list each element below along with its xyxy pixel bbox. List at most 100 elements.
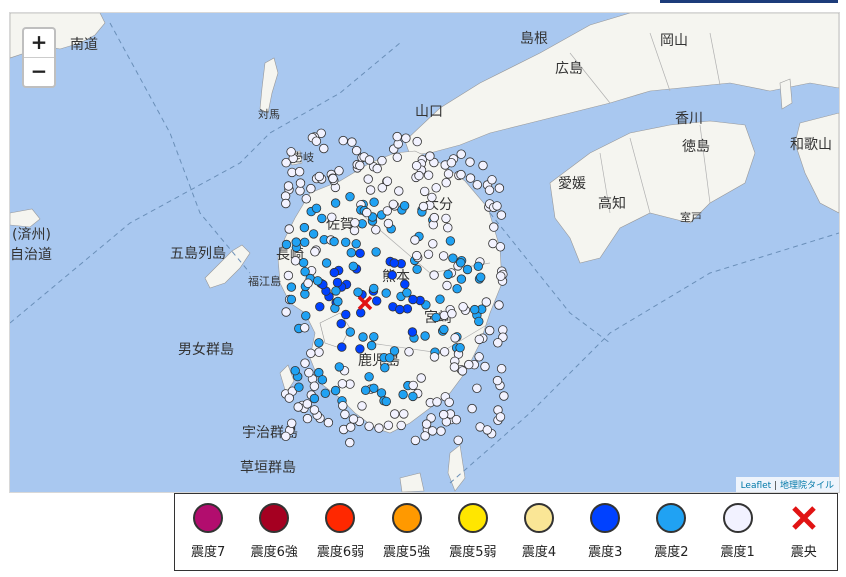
station-marker[interactable] — [286, 294, 297, 305]
station-marker[interactable] — [338, 135, 348, 146]
station-marker[interactable] — [315, 302, 325, 312]
station-marker[interactable] — [420, 331, 430, 341]
station-marker[interactable] — [331, 286, 341, 296]
station-marker[interactable] — [381, 288, 391, 298]
station-marker[interactable] — [329, 267, 340, 278]
station-marker[interactable] — [443, 169, 454, 179]
station-marker[interactable] — [364, 155, 375, 165]
station-marker[interactable] — [355, 160, 365, 171]
station-marker[interactable] — [338, 401, 348, 411]
station-marker[interactable] — [495, 412, 506, 422]
station-marker[interactable] — [287, 418, 297, 429]
station-marker[interactable] — [358, 332, 368, 342]
station-marker[interactable] — [439, 409, 449, 420]
station-marker[interactable] — [294, 382, 304, 392]
station-marker[interactable] — [442, 280, 452, 291]
station-marker[interactable] — [467, 403, 477, 414]
station-marker[interactable] — [349, 225, 360, 236]
station-marker[interactable] — [429, 270, 439, 280]
station-marker[interactable] — [429, 212, 440, 223]
station-marker[interactable] — [290, 256, 301, 266]
station-marker[interactable] — [456, 149, 466, 159]
station-marker[interactable] — [487, 175, 497, 185]
station-marker[interactable] — [465, 157, 475, 167]
station-marker[interactable] — [410, 235, 420, 245]
station-marker[interactable] — [392, 131, 402, 142]
station-marker[interactable] — [345, 191, 355, 202]
station-marker[interactable] — [472, 180, 483, 190]
station-marker[interactable] — [496, 210, 507, 220]
station-marker[interactable] — [484, 185, 495, 195]
station-marker[interactable] — [441, 177, 451, 188]
station-marker[interactable] — [369, 283, 379, 294]
station-marker[interactable] — [382, 206, 393, 216]
station-marker[interactable] — [380, 363, 390, 373]
station-marker[interactable] — [385, 353, 395, 363]
station-marker[interactable] — [499, 391, 509, 401]
station-marker[interactable] — [387, 270, 397, 280]
station-marker[interactable] — [444, 397, 454, 408]
station-marker[interactable] — [404, 347, 414, 357]
station-marker[interactable] — [298, 257, 309, 268]
station-marker[interactable] — [439, 347, 450, 357]
station-marker[interactable] — [314, 171, 325, 182]
station-marker[interactable] — [443, 269, 453, 280]
station-marker[interactable] — [381, 396, 392, 407]
station-marker[interactable] — [328, 173, 338, 184]
station-marker[interactable] — [436, 426, 446, 436]
station-marker[interactable] — [355, 248, 365, 259]
station-marker[interactable] — [457, 366, 468, 376]
station-marker[interactable] — [313, 276, 323, 286]
station-marker[interactable] — [451, 415, 462, 425]
station-marker[interactable] — [431, 312, 441, 323]
station-marker[interactable] — [294, 166, 305, 177]
station-marker[interactable] — [303, 278, 313, 288]
station-marker[interactable] — [494, 183, 505, 193]
station-marker[interactable] — [300, 323, 310, 333]
leaflet-link[interactable]: Leaflet — [741, 481, 772, 491]
station-marker[interactable] — [443, 222, 453, 233]
station-marker[interactable] — [314, 338, 324, 348]
station-marker[interactable] — [284, 393, 295, 403]
station-marker[interactable] — [439, 324, 449, 335]
station-marker[interactable] — [340, 409, 350, 420]
station-marker[interactable] — [395, 304, 405, 315]
station-marker[interactable] — [408, 294, 418, 305]
station-marker[interactable] — [453, 435, 463, 446]
station-marker[interactable] — [470, 304, 480, 315]
station-marker[interactable] — [480, 361, 490, 372]
station-marker[interactable] — [355, 344, 365, 354]
station-marker[interactable] — [330, 198, 341, 208]
station-marker[interactable] — [448, 253, 458, 263]
station-marker[interactable] — [425, 151, 435, 161]
station-marker[interactable] — [456, 169, 466, 180]
station-marker[interactable] — [334, 166, 344, 176]
station-marker[interactable] — [302, 413, 313, 424]
station-marker[interactable] — [337, 379, 348, 389]
station-marker[interactable] — [300, 358, 310, 368]
station-marker[interactable] — [492, 375, 503, 386]
station-marker[interactable] — [398, 389, 408, 400]
station-marker[interactable] — [341, 237, 351, 248]
station-marker[interactable] — [435, 294, 445, 304]
station-marker[interactable] — [310, 247, 320, 257]
station-marker[interactable] — [447, 309, 457, 319]
station-marker[interactable] — [319, 143, 329, 154]
station-marker[interactable] — [427, 192, 437, 203]
station-marker[interactable] — [369, 383, 379, 394]
station-marker[interactable] — [362, 207, 372, 218]
station-marker[interactable] — [462, 264, 473, 275]
station-marker[interactable] — [449, 362, 460, 372]
station-marker[interactable] — [351, 145, 362, 156]
station-marker[interactable] — [372, 296, 382, 306]
station-marker[interactable] — [489, 222, 499, 232]
station-marker[interactable] — [441, 213, 451, 224]
station-marker[interactable] — [291, 237, 301, 247]
station-marker[interactable] — [333, 296, 343, 307]
station-marker[interactable] — [412, 264, 422, 274]
station-marker[interactable] — [366, 340, 377, 351]
station-marker[interactable] — [290, 366, 300, 376]
station-marker[interactable] — [414, 170, 424, 181]
station-marker[interactable] — [281, 157, 291, 168]
station-marker[interactable] — [314, 347, 324, 357]
